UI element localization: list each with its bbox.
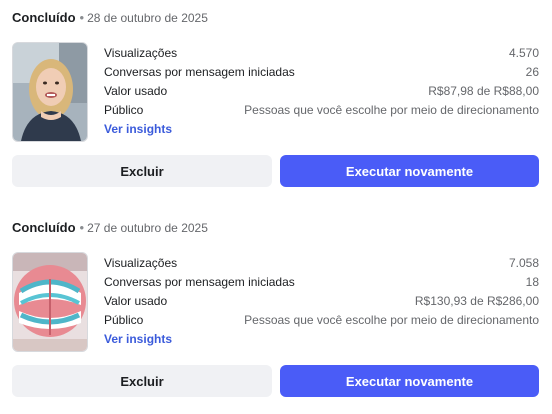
card-header: Concluído • 28 de outubro de 2025 xyxy=(12,10,208,26)
card-header: Concluído • 27 de outubro de 2025 xyxy=(12,220,208,236)
metric-row-conversations: Conversas por mensagem iniciadas 18 xyxy=(104,273,539,292)
metric-value: 26 xyxy=(525,65,539,79)
metrics-list: Visualizações 7.058 Conversas por mensage… xyxy=(104,254,539,349)
metric-label: Público xyxy=(104,313,144,327)
separator-dot: • xyxy=(79,220,85,235)
metric-row-spend: Valor usado R$130,93 de R$286,00 xyxy=(104,292,539,311)
metric-label: Conversas por mensagem iniciadas xyxy=(104,65,295,79)
campaign-card: Concluído • 27 de outubro de 2025 Visualiz… xyxy=(0,210,552,414)
metric-row-audience: Público Pessoas que você escolhe por meio… xyxy=(104,101,539,120)
metric-label: Valor usado xyxy=(104,294,168,308)
status-label: Concluído xyxy=(12,220,76,235)
metric-label: Valor usado xyxy=(104,84,168,98)
metric-row-audience: Público Pessoas que você escolhe por meio… xyxy=(104,311,539,330)
metric-row-conversations: Conversas por mensagem iniciadas 26 xyxy=(104,63,539,82)
date-label: 28 de outubro de 2025 xyxy=(87,11,208,25)
metric-row-views: Visualizações 4.570 xyxy=(104,44,539,63)
view-insights-link[interactable]: Ver insights xyxy=(104,330,172,349)
metric-label: Visualizações xyxy=(104,46,178,60)
delete-button[interactable]: Excluir xyxy=(12,365,272,397)
video-thumbnail[interactable] xyxy=(12,42,88,142)
metric-value: R$87,98 de R$88,00 xyxy=(428,84,539,98)
metric-label: Visualizações xyxy=(104,256,178,270)
date-label: 27 de outubro de 2025 xyxy=(87,221,208,235)
status-label: Concluído xyxy=(12,10,76,25)
metric-row-views: Visualizações 7.058 xyxy=(104,254,539,273)
metric-row-spend: Valor usado R$87,98 de R$88,00 xyxy=(104,82,539,101)
metric-value: Pessoas que você escolhe por meio de dir… xyxy=(244,313,539,327)
run-again-button[interactable]: Executar novamente xyxy=(280,365,539,397)
dental-braces-image xyxy=(13,253,87,351)
woman-selfie-image xyxy=(13,43,87,141)
metric-value: R$130,93 de R$286,00 xyxy=(414,294,539,308)
metric-label: Conversas por mensagem iniciadas xyxy=(104,275,295,289)
metric-value: 18 xyxy=(525,275,539,289)
view-insights-link[interactable]: Ver insights xyxy=(104,120,172,139)
campaign-card: Concluído • 28 de outubro de 2025 Visualiz… xyxy=(0,0,552,200)
video-thumbnail[interactable] xyxy=(12,252,88,352)
separator-dot: • xyxy=(79,10,85,25)
metric-label: Público xyxy=(104,103,144,117)
delete-button[interactable]: Excluir xyxy=(12,155,272,187)
metrics-list: Visualizações 4.570 Conversas por mensage… xyxy=(104,44,539,139)
metric-value: Pessoas que você escolhe por meio de dir… xyxy=(244,103,539,117)
metric-value: 7.058 xyxy=(508,256,539,270)
metric-value: 4.570 xyxy=(508,46,539,60)
run-again-button[interactable]: Executar novamente xyxy=(280,155,539,187)
